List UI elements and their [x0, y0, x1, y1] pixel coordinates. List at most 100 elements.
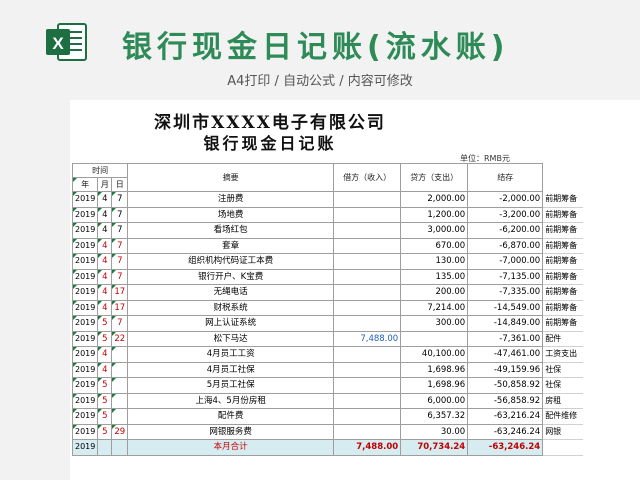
cell-summary[interactable]: 注册费 [127, 191, 335, 208]
cell-year[interactable]: 2019 [71, 361, 99, 378]
cell-credit[interactable]: 6,357.32 [400, 408, 469, 425]
cell-note[interactable]: 前期筹备 [542, 191, 584, 208]
cell-balance[interactable]: -63,246.24 [467, 423, 544, 440]
cell-credit[interactable]: 30.00 [400, 423, 469, 440]
cell-summary[interactable]: 松下马达 [127, 330, 335, 347]
total-label[interactable]: 本月合计 [127, 439, 335, 456]
total-debit[interactable]: 7,488.00 [333, 439, 402, 456]
cell-summary[interactable]: 网银服务费 [127, 423, 335, 440]
total-credit[interactable]: 70,734.24 [400, 439, 469, 456]
header-balance[interactable]: 结存 [467, 163, 544, 192]
cell-note[interactable]: 前期筹备 [542, 315, 584, 332]
header-summary[interactable]: 摘要 [127, 163, 335, 192]
cell-note[interactable]: 前期筹备 [542, 300, 584, 316]
cell-debit[interactable] [333, 377, 402, 394]
cell-year[interactable]: 2019 [71, 330, 99, 347]
cell-credit[interactable]: 200.00 [400, 284, 469, 301]
total-day[interactable] [111, 439, 129, 456]
cell-day[interactable]: 29 [111, 423, 129, 440]
cell-credit[interactable]: 3,000.00 [400, 222, 469, 239]
header-debit[interactable]: 借方（收入） [333, 163, 402, 192]
cell-summary[interactable]: 无绳电话 [127, 284, 335, 301]
cell-debit[interactable] [333, 284, 402, 301]
cell-year[interactable]: 2019 [71, 206, 99, 223]
cell-summary[interactable]: 财税系统 [127, 299, 335, 316]
cell-year[interactable]: 2019 [71, 222, 99, 239]
header-day[interactable]: 日 [111, 177, 129, 192]
cell-day[interactable]: 7 [111, 268, 129, 285]
cell-year[interactable]: 2019 [71, 253, 99, 270]
cell-month[interactable]: 4 [97, 346, 113, 363]
cell-note[interactable]: 前期筹备 [542, 284, 584, 301]
cell-day[interactable]: 7 [111, 222, 129, 239]
cell-debit[interactable]: 7,488.00 [333, 330, 402, 347]
cell-balance[interactable]: -6,870.00 [467, 237, 544, 254]
cell-balance[interactable]: -7,361.00 [467, 330, 544, 347]
total-month[interactable] [97, 439, 113, 456]
cell-day[interactable]: 7 [111, 206, 129, 223]
cell-balance[interactable]: -49,159.96 [467, 361, 544, 378]
cell-note[interactable]: 前期筹备 [542, 253, 584, 270]
cell-credit[interactable]: 7,214.00 [400, 299, 469, 316]
cell-month[interactable]: 5 [97, 408, 113, 425]
cell-day[interactable] [111, 346, 129, 363]
cell-credit[interactable]: 135.00 [400, 268, 469, 285]
cell-summary[interactable]: 网上认证系统 [127, 315, 335, 332]
cell-credit[interactable]: 1,698.96 [400, 377, 469, 394]
cell-month[interactable]: 5 [97, 315, 113, 332]
cell-day[interactable]: 7 [111, 253, 129, 270]
cell-debit[interactable] [333, 299, 402, 316]
cell-balance[interactable]: -7,335.00 [467, 284, 544, 301]
cell-balance[interactable]: -6,200.00 [467, 222, 544, 239]
header-time[interactable]: 时间 [71, 163, 129, 178]
cell-year[interactable]: 2019 [71, 268, 99, 285]
cell-month[interactable]: 4 [97, 253, 113, 270]
cell-day[interactable] [111, 377, 129, 394]
cell-year[interactable]: 2019 [71, 392, 99, 409]
cell-summary[interactable]: 场地费 [127, 206, 335, 223]
cell-summary[interactable]: 配件费 [127, 408, 335, 425]
cell-debit[interactable] [333, 392, 402, 409]
cell-year[interactable]: 2019 [71, 284, 99, 301]
cell-note[interactable]: 社保 [542, 362, 584, 378]
cell-summary[interactable]: 5月员工社保 [127, 377, 335, 394]
cell-note[interactable]: 前期筹备 [542, 269, 584, 285]
total-balance[interactable]: -63,246.24 [467, 439, 544, 456]
cell-debit[interactable] [333, 222, 402, 239]
cell-month[interactable]: 4 [97, 222, 113, 239]
cell-year[interactable]: 2019 [71, 377, 99, 394]
cell-summary[interactable]: 套章 [127, 237, 335, 254]
cell-credit[interactable]: 6,000.00 [400, 392, 469, 409]
cell-month[interactable]: 4 [97, 237, 113, 254]
header-year[interactable]: 年 [71, 177, 99, 192]
cell-month[interactable]: 5 [97, 392, 113, 409]
cell-summary[interactable]: 4月员工工资 [127, 346, 335, 363]
cell-day[interactable]: 7 [111, 237, 129, 254]
cell-note[interactable]: 前期筹备 [542, 222, 584, 239]
cell-month[interactable]: 4 [97, 268, 113, 285]
cell-balance[interactable]: -47,461.00 [467, 346, 544, 363]
cell-summary[interactable]: 银行开户、K宝费 [127, 268, 335, 285]
cell-note[interactable]: 工资支出 [542, 346, 584, 363]
cell-balance[interactable]: -50,858.92 [467, 377, 544, 394]
cell-month[interactable]: 4 [97, 206, 113, 223]
cell-balance[interactable]: -2,000.00 [467, 191, 544, 208]
cell-credit[interactable]: 40,100.00 [400, 346, 469, 363]
cell-summary[interactable]: 组织机构代码证工本费 [127, 253, 335, 270]
header-credit[interactable]: 贷方（支出） [400, 163, 469, 192]
cell-year[interactable]: 2019 [71, 191, 99, 208]
cell-note[interactable]: 配件 [542, 331, 584, 347]
cell-debit[interactable] [333, 191, 402, 208]
cell-day[interactable] [111, 408, 129, 425]
cell-credit[interactable]: 1,200.00 [400, 206, 469, 223]
cell-debit[interactable] [333, 361, 402, 378]
cell-credit[interactable]: 130.00 [400, 253, 469, 270]
cell-day[interactable]: 22 [111, 330, 129, 347]
cell-day[interactable]: 17 [111, 299, 129, 316]
cell-balance[interactable]: -7,000.00 [467, 253, 544, 270]
cell-month[interactable]: 4 [97, 284, 113, 301]
cell-credit[interactable]: 670.00 [400, 237, 469, 254]
cell-debit[interactable] [333, 315, 402, 332]
cell-summary[interactable]: 上海4、5月份房租 [127, 392, 335, 409]
cell-note[interactable]: 网银 [542, 424, 584, 440]
